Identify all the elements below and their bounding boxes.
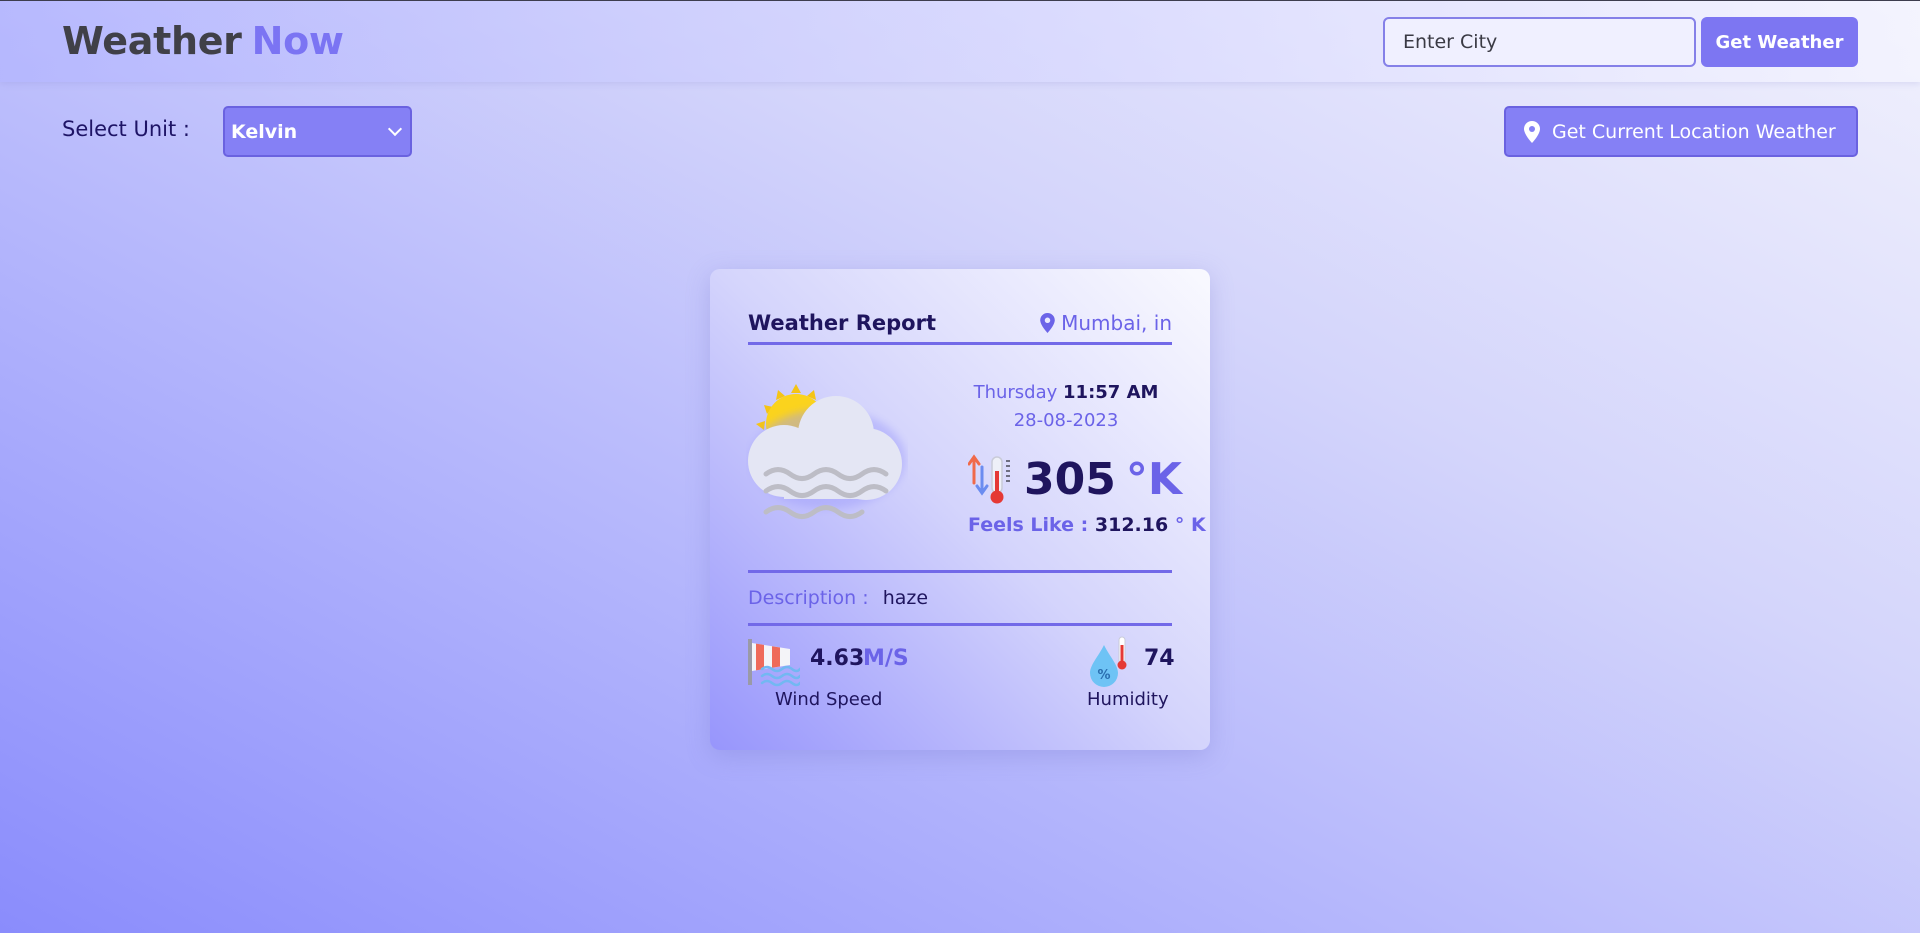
feels-like-value: 312.16 [1094,514,1169,536]
temperature-row: 305 °K [968,453,1182,505]
windsock-icon [748,639,800,687]
unit-select-label: Select Unit : [62,117,190,141]
brand-word-weather: Weather [62,19,242,63]
chevron-down-icon [387,121,403,137]
day-time: Thursday 11:57 AM [930,382,1202,403]
feels-like-label: Feels Like : [968,514,1089,536]
humidity-label: Humidity [1087,689,1169,710]
wind-speed-unit: M/S [863,646,909,671]
weather-report-card: Weather Report Mumbai, in Thursday 11:57… [710,269,1210,750]
location-pin-icon [1524,120,1540,143]
feels-like: Feels Like : 312.16 ° K [968,514,1206,536]
current-location-weather-button[interactable]: Get Current Location Weather [1504,106,1858,157]
wind-speed-value: 4.63 [810,646,865,671]
time-text: 11:57 AM [1063,382,1159,403]
brand-word-now: Now [251,19,344,63]
svg-text:%: % [1097,668,1110,683]
thermometer-icon [968,454,1010,504]
description-label: Description : [748,587,869,609]
temperature-unit: °K [1125,453,1182,505]
location-text: Mumbai, in [1061,311,1172,335]
humidity-drop-icon: % [1090,636,1127,687]
card-divider [748,623,1172,626]
day-text: Thursday [973,382,1058,403]
description-value: haze [882,587,929,609]
sun-cloud-haze-icon [748,384,906,519]
unit-select[interactable]: Kelvin [223,106,412,157]
card-location: Mumbai, in [1040,311,1172,335]
top-bar: Weather Now Get Weather [0,1,1920,82]
brand-logo: Weather Now [62,19,344,63]
card-header: Weather Report Mumbai, in [748,311,1172,345]
city-search-input[interactable] [1383,17,1696,67]
unit-selected-value: Kelvin [231,120,298,143]
card-title: Weather Report [748,311,936,335]
feels-like-unit: ° K [1174,514,1206,536]
date-text: 28-08-2023 [1013,410,1119,431]
location-button-label: Get Current Location Weather [1552,120,1836,143]
location-pin-icon [1040,313,1055,333]
description: Description : haze [748,587,928,609]
card-divider [748,570,1172,573]
wind-speed-label: Wind Speed [775,689,883,710]
get-weather-button[interactable]: Get Weather [1701,17,1858,67]
temperature-value: 305 [1024,453,1116,505]
humidity-value: 74 [1144,646,1175,671]
